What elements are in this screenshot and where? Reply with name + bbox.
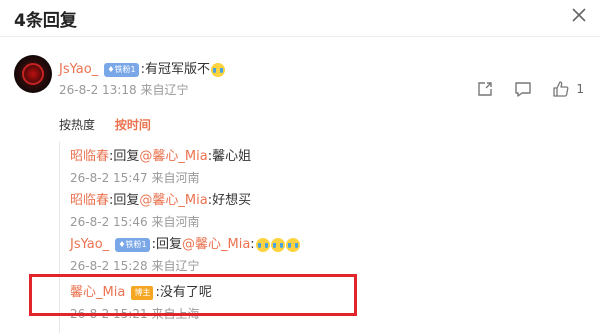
reply-text: :馨心姐: [207, 149, 252, 164]
reply-time: 26-8-2 15:46: [70, 215, 148, 229]
fan-badge-label: 铁粉1: [114, 64, 136, 74]
comment-author[interactable]: JsYao_: [59, 62, 98, 77]
dialog-header: 4条回复: [0, 0, 600, 34]
reply-prefix: :回复: [109, 149, 140, 164]
crying-emoji-icon: [255, 237, 270, 252]
reply-text: :: [250, 237, 255, 252]
main-comment: JsYao_ ♦铁粉1:有冠军版不: [59, 58, 225, 77]
highlight-box: [29, 274, 357, 316]
reply-text: :好想买: [207, 193, 252, 208]
avatar[interactable]: [14, 55, 52, 93]
comment-meta: 26-8-2 13:18 来自辽宁: [59, 81, 188, 98]
sort-tabs: 按热度 按时间: [59, 116, 167, 133]
comment-text: :有冠军版不: [140, 62, 210, 77]
header-divider: [0, 36, 600, 37]
crying-emoji-icon: [285, 237, 300, 252]
comment-time: 26-8-2 13:18: [59, 83, 137, 97]
list-item: 昭临春:回复@馨心_Mia:馨心姐 26-8-2 15:47 来自河南: [70, 145, 251, 186]
reply-author[interactable]: 昭临春: [70, 193, 109, 208]
reply-prefix: :回复: [151, 237, 182, 252]
list-item: 昭临春:回复@馨心_Mia:好想买 26-8-2 15:46 来自河南: [70, 189, 251, 230]
list-item: JsYao_ ♦铁粉1:回复@馨心_Mia: 26-8-2 15:28 来自辽宁: [70, 233, 300, 274]
reply-author[interactable]: 昭临春: [70, 149, 109, 164]
reply-mention[interactable]: @馨心_Mia: [139, 193, 207, 208]
reply-location: 来自河南: [151, 171, 200, 185]
reply-mention[interactable]: @馨心_Mia: [139, 149, 207, 164]
like-button[interactable]: 1: [552, 80, 584, 98]
crying-emoji-icon: [210, 62, 225, 77]
fan-badge-label: 铁粉1: [125, 239, 147, 249]
like-count: 1: [576, 82, 584, 96]
comment-location: 来自辽宁: [140, 83, 189, 97]
fan-badge: ♦铁粉1: [104, 62, 139, 77]
reply-location: 来自河南: [151, 215, 200, 229]
comment-actions: 1: [476, 78, 584, 100]
share-icon[interactable]: [476, 80, 494, 98]
thumbs-up-icon[interactable]: [552, 80, 570, 98]
reply-author[interactable]: JsYao_: [70, 237, 109, 252]
reply-mention[interactable]: @馨心_Mia: [182, 237, 250, 252]
reply-time: 26-8-2 15:47: [70, 171, 148, 185]
tab-sort-heat[interactable]: 按热度: [59, 118, 95, 132]
comment-icon[interactable]: [514, 80, 532, 98]
fan-badge: ♦铁粉1: [115, 237, 150, 252]
reply-prefix: :回复: [109, 193, 140, 208]
crying-emoji-icon: [270, 237, 285, 252]
reply-time: 26-8-2 15:28: [70, 259, 148, 273]
avatar-ring: [22, 63, 44, 85]
tab-sort-time[interactable]: 按时间: [115, 118, 151, 132]
dialog-title: 4条回复: [14, 11, 77, 31]
reply-location: 来自辽宁: [151, 259, 200, 273]
close-icon[interactable]: [568, 4, 590, 26]
